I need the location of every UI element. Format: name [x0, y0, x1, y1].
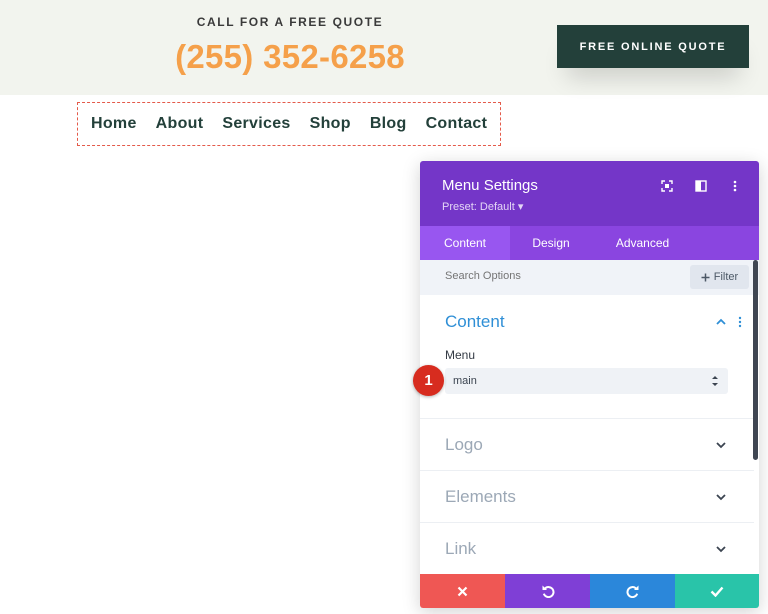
- section-link[interactable]: Link: [420, 523, 754, 574]
- save-button[interactable]: [675, 574, 759, 608]
- menu-select-value: main: [453, 375, 477, 387]
- page: CALL FOR A FREE QUOTE (255) 352-6258 FRE…: [0, 0, 768, 614]
- panel-tabs: Content Design Advanced: [420, 226, 759, 260]
- nav-item-services[interactable]: Services: [222, 115, 290, 133]
- nav-item-contact[interactable]: Contact: [426, 115, 488, 133]
- menu-select[interactable]: main: [445, 368, 728, 394]
- panel-header-icons: [659, 178, 743, 194]
- nav-item-blog[interactable]: Blog: [370, 115, 407, 133]
- nav-item-about[interactable]: About: [156, 115, 204, 133]
- kebab-icon[interactable]: [727, 178, 743, 194]
- filter-button[interactable]: Filter: [690, 265, 749, 289]
- site-header: CALL FOR A FREE QUOTE (255) 352-6258 FRE…: [0, 0, 768, 95]
- tab-content[interactable]: Content: [420, 226, 510, 260]
- section-title-logo: Logo: [445, 435, 483, 454]
- undo-icon: [542, 585, 554, 598]
- chevron-up-icon[interactable]: [714, 315, 728, 329]
- section-elements[interactable]: Elements: [420, 471, 754, 523]
- discard-button[interactable]: [420, 574, 505, 608]
- undo-button[interactable]: [505, 574, 590, 608]
- search-input[interactable]: [445, 270, 645, 282]
- close-icon: [457, 586, 468, 596]
- nav-item-home[interactable]: Home: [91, 115, 137, 133]
- panel-footer: [420, 574, 759, 608]
- search-row: Filter: [420, 260, 759, 295]
- filter-label: Filter: [713, 271, 739, 283]
- columns-icon[interactable]: [693, 178, 709, 194]
- section-title-elements: Elements: [445, 487, 516, 506]
- chevron-down-icon[interactable]: [714, 438, 728, 452]
- section-title-content[interactable]: Content: [445, 312, 505, 332]
- panel-title: Menu Settings: [442, 177, 538, 194]
- tab-design[interactable]: Design: [510, 226, 592, 260]
- step-badge: 1: [413, 365, 444, 396]
- chevron-down-icon[interactable]: [714, 490, 728, 504]
- redo-icon: [626, 585, 638, 598]
- cta-label: CALL FOR A FREE QUOTE: [196, 15, 384, 29]
- nav-item-shop[interactable]: Shop: [310, 115, 351, 133]
- section-logo[interactable]: Logo: [420, 419, 754, 471]
- expand-icon[interactable]: [659, 178, 675, 194]
- free-quote-button[interactable]: FREE ONLINE QUOTE: [557, 25, 749, 68]
- panel-scrollbar[interactable]: [753, 260, 758, 460]
- tab-advanced[interactable]: Advanced: [592, 226, 693, 260]
- select-arrows-icon: [712, 376, 718, 386]
- plus-icon: [701, 273, 710, 281]
- chevron-down-icon[interactable]: [714, 542, 728, 556]
- menu-settings-panel: Menu Settings Preset: Default ▾ Content …: [420, 161, 759, 608]
- check-icon: [710, 586, 724, 597]
- preset-dropdown[interactable]: Preset: Default ▾: [442, 200, 523, 213]
- redo-button[interactable]: [590, 574, 675, 608]
- menu-field-label: Menu: [445, 348, 476, 362]
- section-title-link: Link: [445, 539, 477, 558]
- section-kebab-icon[interactable]: [737, 315, 743, 329]
- main-menu: Home About Services Shop Blog Contact: [77, 102, 501, 146]
- phone-number[interactable]: (255) 352-6258: [150, 38, 430, 76]
- panel-header[interactable]: Menu Settings Preset: Default ▾: [420, 161, 759, 226]
